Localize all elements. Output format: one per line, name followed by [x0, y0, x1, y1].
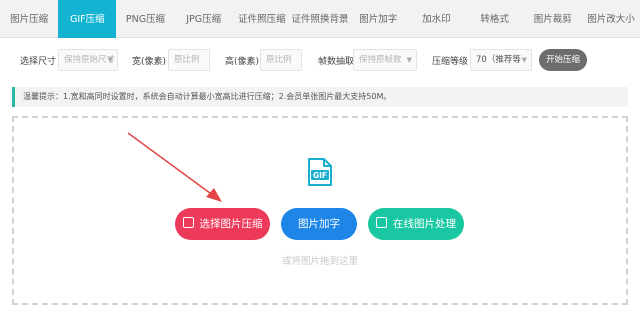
edit-image-icon: [376, 217, 387, 228]
online-image-label: 在线图片处理: [393, 218, 456, 230]
add-text-button[interactable]: 图片加字: [281, 208, 357, 240]
gif-badge-text: GIF: [313, 171, 327, 180]
fps-select[interactable]: 保持原帧数 ▼: [353, 49, 417, 71]
compress-options: 选择尺寸 保持原始尺寸 ▼ 宽(像素) 原比例 高(像素) 原比例 帧数抽取 保…: [0, 44, 640, 76]
gif-file-icon: GIF: [308, 158, 332, 186]
drag-hint: 或将图片拖到这里: [281, 256, 358, 267]
level-label: 压缩等级: [432, 57, 469, 67]
tab-image-compress[interactable]: 图片压缩: [0, 0, 58, 38]
height-label: 高(像素): [225, 57, 260, 67]
tab-convert-format[interactable]: 转格式: [466, 0, 524, 38]
width-label: 宽(像素): [132, 57, 167, 67]
image-icon: [182, 217, 194, 228]
width-input[interactable]: 原比例: [168, 49, 210, 71]
size-select[interactable]: 保持原始尺寸 ▼: [58, 49, 118, 71]
chevron-down-icon: ▼: [107, 56, 113, 64]
size-label: 选择尺寸: [20, 57, 57, 67]
online-image-button[interactable]: 在线图片处理: [368, 208, 464, 240]
fps-select-value: 保持原帧数: [359, 55, 402, 65]
tab-gif-compress[interactable]: GIF压缩: [58, 0, 117, 38]
level-select[interactable]: 70（推荐等 ▼: [470, 49, 532, 71]
select-image-button[interactable]: 选择图片压缩: [175, 208, 270, 240]
tab-id-photo-background[interactable]: 证件照换背景: [291, 0, 349, 38]
start-compress-button[interactable]: 开始压缩: [539, 49, 587, 71]
tab-id-photo-compress[interactable]: 证件照压缩: [233, 0, 291, 38]
height-input[interactable]: 原比例: [260, 49, 302, 71]
level-select-value: 70（推荐等: [476, 55, 521, 65]
fps-label: 帧数抽取: [318, 57, 355, 67]
tab-watermark[interactable]: 加水印: [407, 0, 465, 38]
tip-bar: 温馨提示：1.宽和高同时设置时，系统会自动计算最小宽高比进行压缩；2.会员单张图…: [12, 87, 628, 107]
tab-png-compress[interactable]: PNG压缩: [116, 0, 174, 38]
chevron-down-icon: ▼: [406, 56, 412, 64]
chevron-down-icon: ▼: [521, 56, 527, 64]
add-text-label: 图片加字: [298, 218, 340, 230]
tab-jpg-compress[interactable]: JPG压缩: [175, 0, 233, 38]
select-image-label: 选择图片压缩: [199, 218, 263, 230]
tab-crop[interactable]: 图片裁剪: [524, 0, 582, 38]
tab-add-text[interactable]: 图片加字: [349, 0, 407, 38]
tool-tab-bar: 图片压缩 GIF压缩 PNG压缩 JPG压缩 证件照压缩 证件照换背景 图片加字…: [0, 0, 640, 38]
tab-resize[interactable]: 图片改大小: [582, 0, 640, 38]
